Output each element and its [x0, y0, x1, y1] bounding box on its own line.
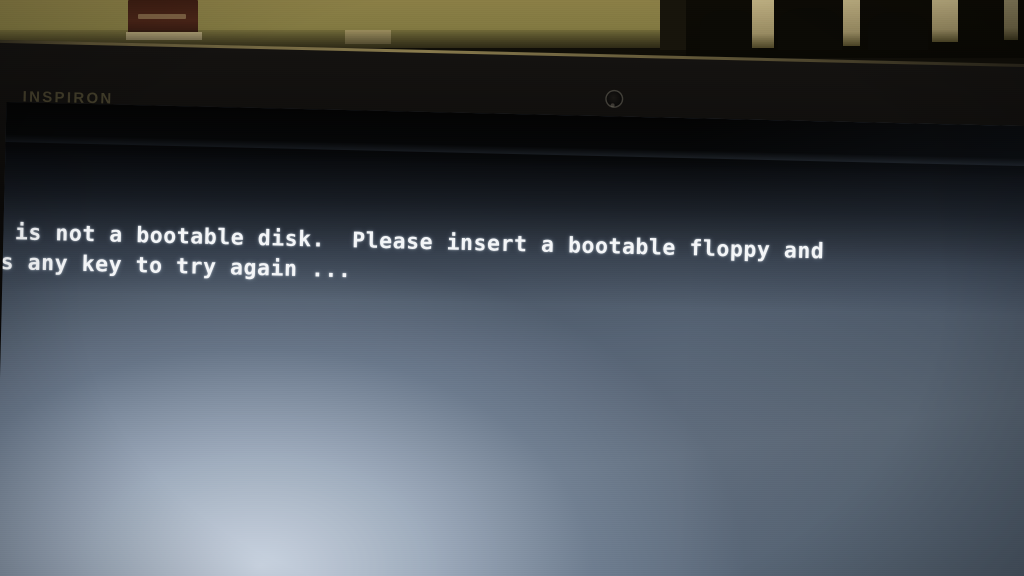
shelf-object-label — [138, 14, 186, 19]
door-frame-strip-3 — [932, 0, 958, 42]
bios-text-console: This is not a bootable disk. Please inse… — [0, 102, 1024, 576]
webcam-indicator-icon — [610, 103, 615, 108]
door-frame-strip-4 — [1004, 0, 1018, 40]
photo-scene: INSPIRON This is not a bootable disk. Pl… — [0, 0, 1024, 576]
lcd-screen[interactable]: This is not a bootable disk. Please inse… — [0, 102, 1024, 576]
dark-shape-1 — [700, 10, 758, 50]
laptop-lid: INSPIRON This is not a bootable disk. Pl… — [0, 38, 1024, 576]
console-message-line-2: press any key to try again ... — [0, 248, 352, 284]
door-frame-strip-1 — [752, 0, 774, 48]
dark-shape-3 — [868, 12, 928, 50]
door-frame-strip-2 — [843, 0, 860, 46]
dark-shape-2 — [778, 8, 842, 50]
